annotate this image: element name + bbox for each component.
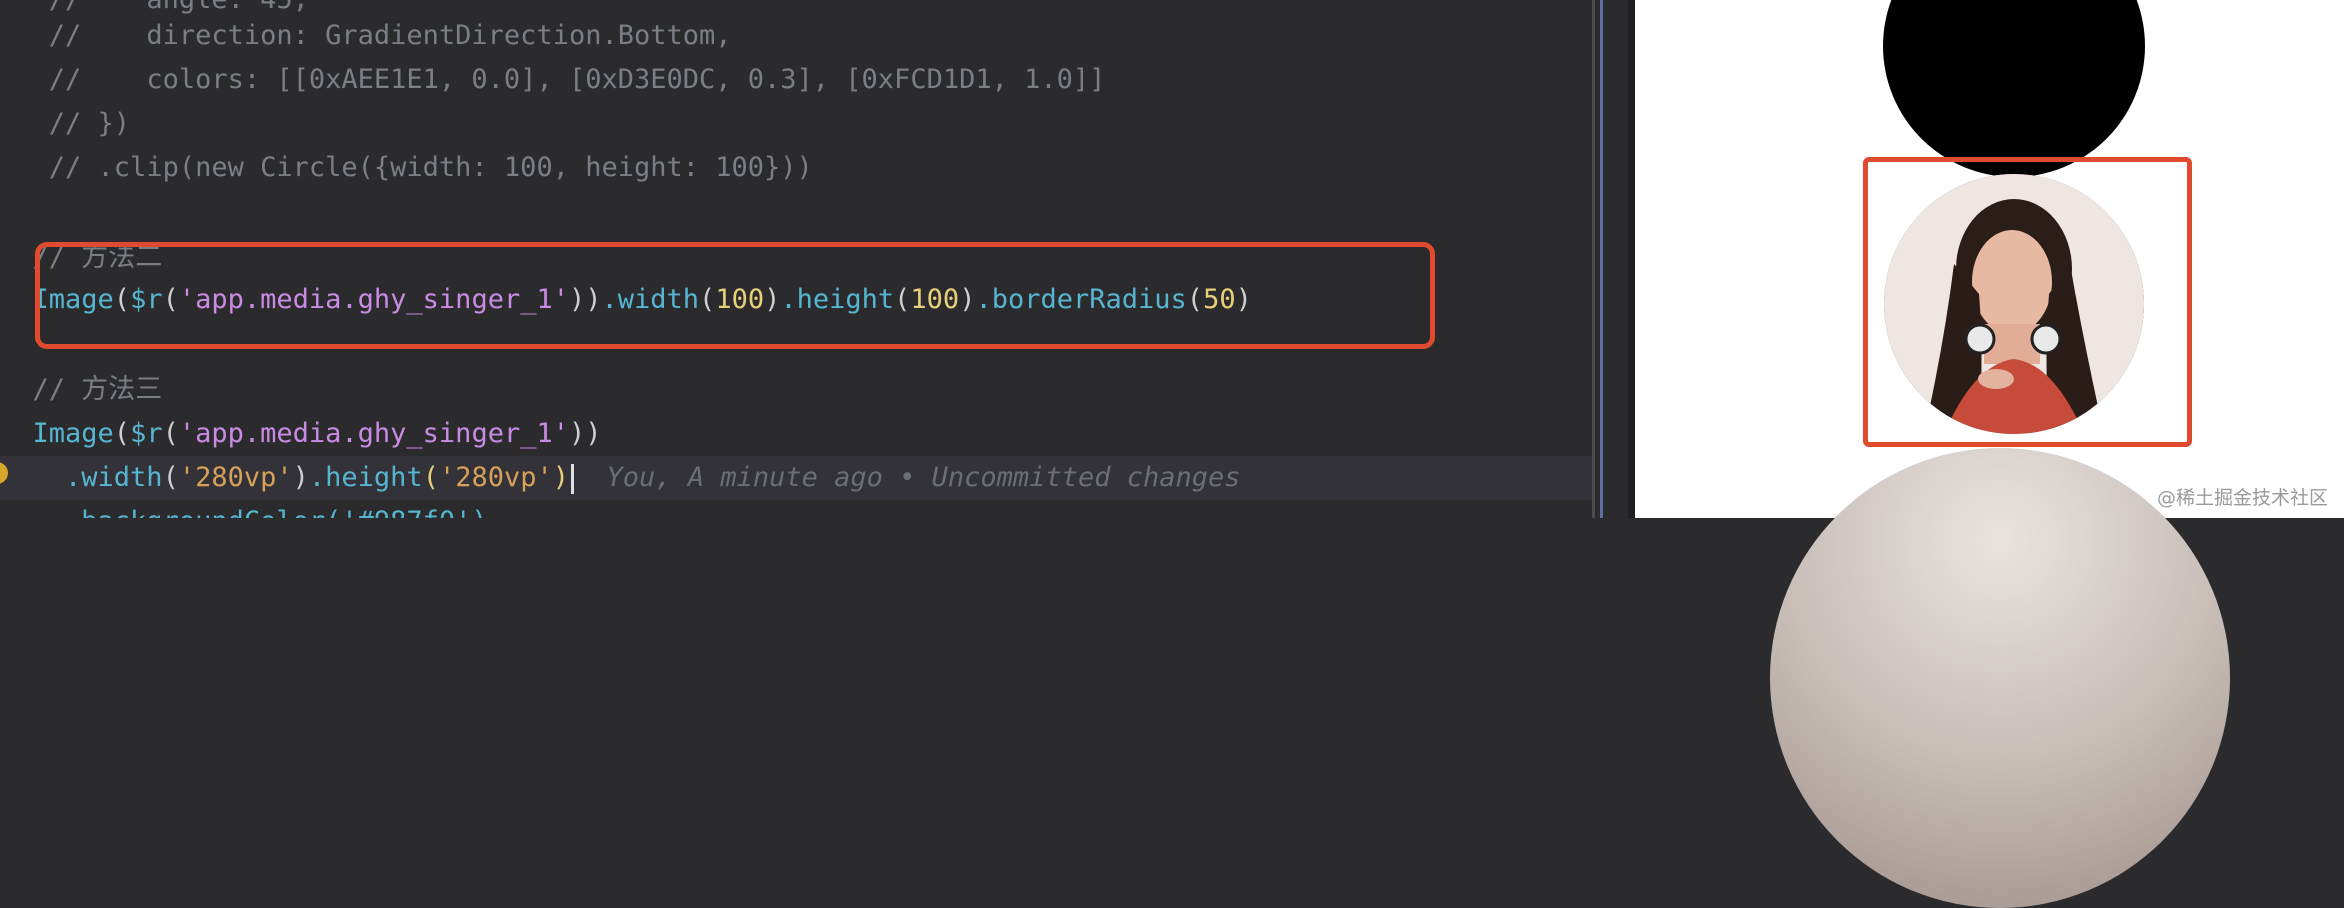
- git-blame-hint: You, A minute ago • Uncommitted changes: [606, 462, 1241, 493]
- code-string: '280vp': [438, 462, 553, 493]
- watermark: @稀土掘金技术社区: [2156, 487, 2328, 509]
- code-method: .backgroundColor('#987f0'): [65, 506, 488, 518]
- code-line: // 方法三: [0, 368, 163, 412]
- code-editor[interactable]: // angle: 45, // direction: GradientDire…: [0, 0, 1635, 518]
- text-caret: [571, 463, 575, 494]
- code-method: .height: [308, 462, 423, 493]
- code-line: // }): [0, 102, 130, 146]
- code-line: // colors: [[0xAEE1E1, 0.0], [0xD3E0DC, …: [0, 58, 1106, 102]
- code-string: 'app.media.ghy_singer_1': [178, 418, 569, 449]
- code-line: // direction: GradientDirection.Bottom,: [0, 14, 732, 58]
- code-token: Image: [32, 418, 114, 449]
- highlight-box-code: [35, 242, 1435, 349]
- code-string: '280vp': [178, 462, 293, 493]
- code-method: .width: [65, 462, 163, 493]
- code-comment: // direction: GradientDirection.Bottom,: [48, 20, 732, 51]
- code-line: .backgroundColor('#987f0'): [0, 500, 488, 518]
- code-token: $r: [130, 418, 163, 449]
- editor-gutter-divider: [1628, 0, 1635, 518]
- code-comment: // colors: [[0xAEE1E1, 0.0], [0xD3E0DC, …: [48, 64, 1106, 95]
- code-line: Image($r('app.media.ghy_singer_1')): [32, 418, 602, 449]
- highlight-box-preview: [1863, 157, 2192, 447]
- editor-right-margin: [1592, 0, 1595, 518]
- editor-scrollbar[interactable]: [1600, 0, 1603, 518]
- code-comment: // }): [48, 108, 131, 139]
- code-line-current[interactable]: .width('280vp').height('280vp') You, A m…: [0, 456, 1592, 500]
- code-comment: // angle: 45,: [49, 0, 309, 15]
- code-comment: // .clip(new Circle({width: 100, height:…: [48, 152, 813, 183]
- code-comment: // 方法三: [32, 374, 163, 405]
- next-image-preview: [1770, 448, 2230, 908]
- code-line: // .clip(new Circle({width: 100, height:…: [0, 146, 813, 190]
